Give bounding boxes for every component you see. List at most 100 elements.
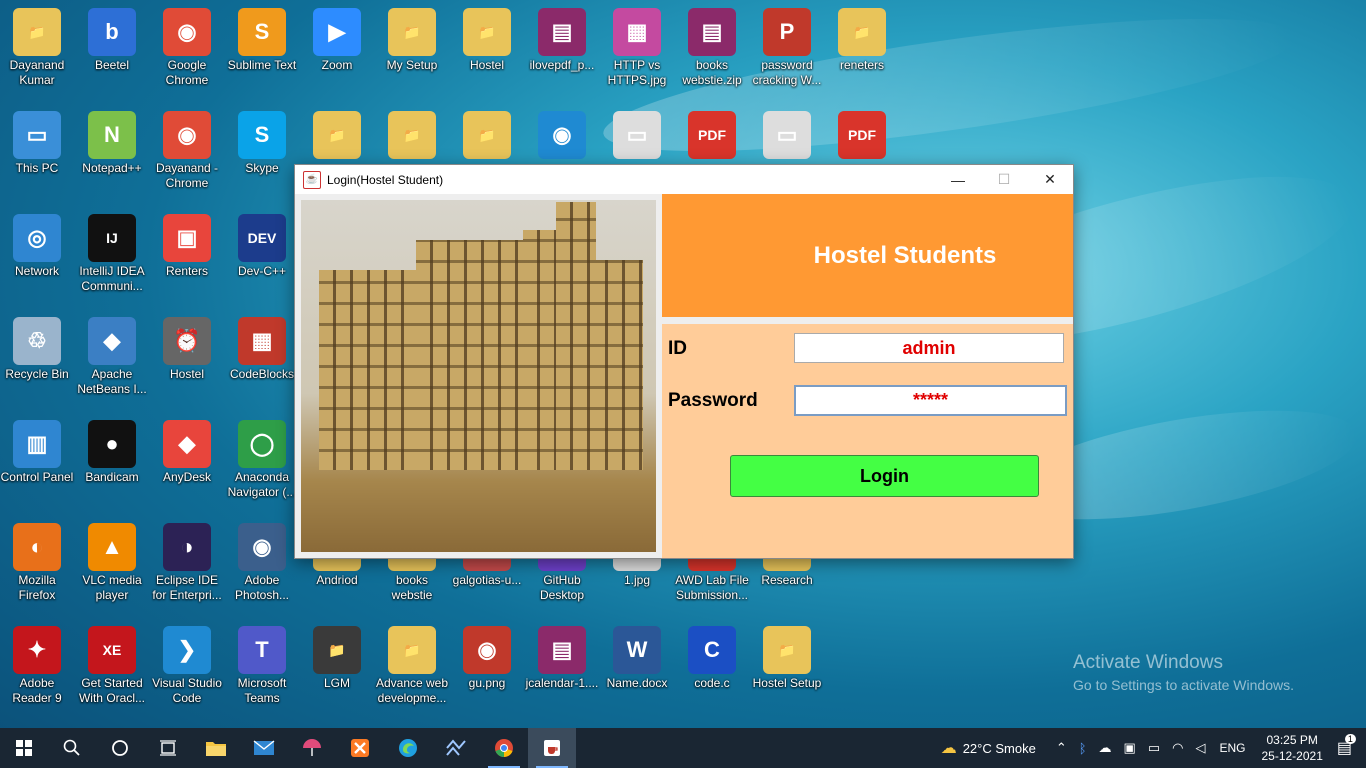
building-block [416,240,526,470]
desktop-icon[interactable]: W Name.docx [600,620,674,720]
app-icon: ◉ [163,8,211,56]
desktop-icon[interactable]: ▲ VLC media player [75,517,149,617]
start-button[interactable] [0,728,48,768]
app-icon: PDF [688,111,736,159]
desktop-icon[interactable]: ◉ Adobe Photosh... [225,517,299,617]
desktop-icon[interactable]: ◎ Network [0,208,74,308]
desktop-icon[interactable]: 📁 Hostel [450,2,524,102]
desktop-icon-label: Skype [245,161,279,175]
taskbar-netbeans[interactable] [432,728,480,768]
taskbar-xampp[interactable] [336,728,384,768]
notifications-button[interactable]: ▤ 1 [1337,734,1356,758]
meet-now-icon[interactable]: ▣ [1124,740,1136,756]
app-icon: 📁 [463,8,511,56]
id-field[interactable]: admin [794,333,1064,363]
bluetooth-icon[interactable]: ᛒ [1079,741,1087,756]
app-icon: ◆ [163,420,211,468]
desktop-icon-label: GitHub Desktop [539,573,585,602]
desktop-icon[interactable]: ▦ HTTP vs HTTPS.jpg [600,2,674,102]
volume-icon[interactable]: ◁ [1195,740,1205,756]
desktop-icon[interactable]: 📁 Advance web developme... [375,620,449,720]
desktop-icon[interactable]: ◆ AnyDesk [150,414,224,514]
taskbar-app-umbrella[interactable] [288,728,336,768]
window-title: Login(Hostel Student) [327,172,444,187]
desktop-icon[interactable]: ❯ Visual Studio Code [150,620,224,720]
desktop-icon[interactable]: ▶ Zoom [300,2,374,102]
task-view-button[interactable] [144,728,192,768]
desktop-icon[interactable]: ▭ This PC [0,105,74,205]
taskbar-chrome[interactable] [480,728,528,768]
desktop-icon[interactable]: S Skype [225,105,299,205]
desktop-icon-label: Andriod [316,573,358,587]
weather-text[interactable]: 22°C Smoke [963,741,1036,756]
taskbar-mail[interactable] [240,728,288,768]
clock-date: 25-12-2021 [1261,749,1323,763]
desktop-icon[interactable]: Ppassword cracking W... [750,2,824,102]
clock[interactable]: 03:25 PM 25-12-2021 [1261,732,1322,764]
app-icon: ▤ [688,8,736,56]
desktop-icon[interactable]: ◆ Apache NetBeans I... [75,311,149,411]
desktop-icon[interactable]: T Microsoft Teams [225,620,299,720]
desktop-icon[interactable]: IJ IntelliJ IDEA Communi... [75,208,149,308]
app-icon: C [688,626,736,674]
desktop-icon[interactable]: ◉ Google Chrome [150,2,224,102]
desktop-icon[interactable]: ▣ Renters [150,208,224,308]
desktop-icon[interactable]: ⏰ Hostel [150,311,224,411]
desktop-icon-label: Sublime Text [227,58,297,72]
desktop-icon[interactable]: ▦ CodeBlocks [225,311,299,411]
app-icon: ▣ [163,214,211,262]
password-field[interactable]: ***** [794,385,1067,416]
battery-icon[interactable]: ▭ [1148,740,1160,756]
cortana-button[interactable] [96,728,144,768]
desktop-icon[interactable]: N Notepad++ [75,105,149,205]
window-titlebar[interactable]: ☕ Login(Hostel Student) — ☐ ✕ [295,165,1073,194]
desktop-icon[interactable]: S Sublime Text [225,2,299,102]
umbrella-icon [303,739,321,756]
desktop-icon[interactable]: ◯ Anaconda Navigator (... [225,414,299,514]
desktop-icon[interactable]: 📁 My Setup [375,2,449,102]
desktop-icon-label: galgotias-u... [452,573,522,587]
app-icon: 📁 [838,8,886,56]
app-icon: ◆ [88,317,136,365]
wifi-icon[interactable]: ◠ [1172,740,1183,756]
close-button[interactable]: ✕ [1027,165,1073,194]
desktop-icon[interactable]: b Beetel [75,2,149,102]
taskbar-java-login[interactable] [528,728,576,768]
desktop-icon[interactable]: DEV Dev-C++ [225,208,299,308]
desktop-icon-label: Zoom [321,58,353,72]
desktop-icon[interactable]: 📁 LGM [300,620,374,720]
app-icon: 📁 [388,626,436,674]
desktop-icon[interactable]: ▥ Control Panel [0,414,74,514]
desktop-icon[interactable]: Ccode.c [675,620,749,720]
desktop-icon[interactable]: ◉ gu.png [450,620,524,720]
desktop-icon[interactable]: 📁 Hostel Setup [750,620,824,720]
desktop-icon-label: Microsoft Teams [237,676,287,705]
mail-icon [253,740,275,755]
desktop-icon[interactable]: 📁 reneters [825,2,899,102]
maximize-button[interactable]: ☐ [981,165,1027,194]
login-button[interactable]: Login [730,455,1039,497]
desktop-icon[interactable]: ✦ Adobe Reader 9 [0,620,74,720]
language-indicator[interactable]: ENG [1219,741,1245,755]
onedrive-icon[interactable]: ☁ [1099,740,1112,756]
desktop-icon-label: books webstie.zip [682,58,742,87]
taskbar-file-explorer[interactable] [192,728,240,768]
search-button[interactable] [48,728,96,768]
desktop-icon[interactable]: XE Get Started With Oracl... [75,620,149,720]
desktop-icon[interactable]: ● Bandicam [75,414,149,514]
desktop-icon[interactable]: ◐ Mozilla Firefox [0,517,74,617]
desktop-icon[interactable]: ▤ books webstie.zip [675,2,749,102]
chevron-up-icon[interactable]: ⌃ [1056,740,1067,756]
desktop-icon[interactable]: ◑ Eclipse IDE for Enterpri... [150,517,224,617]
minimize-button[interactable]: — [935,165,981,194]
desktop-icon[interactable]: ◉ Dayanand - Chrome [150,105,224,205]
taskbar-edge[interactable] [384,728,432,768]
window-content: Hostel Students ID admin Password ***** … [295,194,1073,558]
desktop-icon[interactable]: ♲ Recycle Bin [0,311,74,411]
desktop-icon[interactable]: ▤ jcalendar-1.... [525,620,599,720]
desktop-icon[interactable]: ▤ ilovepdf_p... [525,2,599,102]
app-icon: ◎ [13,214,61,262]
desktop-icon[interactable]: 📁 Dayanand Kumar [0,2,74,102]
desktop-icon-label: Renters [165,264,209,278]
weather-icon[interactable]: ☁ [941,738,957,758]
